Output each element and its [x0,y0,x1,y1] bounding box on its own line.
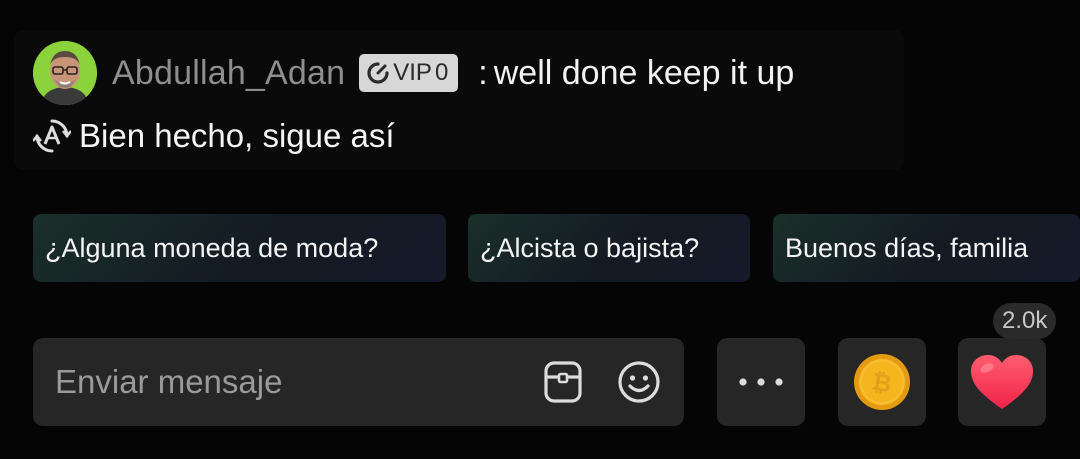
tip-coin-button[interactable]: ₿ [838,338,926,426]
vip-gauge-icon [367,62,389,84]
bitcoin-coin-icon: ₿ [853,353,911,411]
message-input[interactable] [55,338,515,426]
like-count-badge: 2.0k [993,303,1057,339]
vip-badge: VIP 0 [359,54,459,92]
avatar[interactable] [33,41,97,105]
like-button[interactable] [958,338,1046,426]
more-dots-icon [738,377,784,387]
suggestion-chip-bull-bear[interactable]: ¿Alcista o bajista? [468,214,750,282]
suggestion-chip-trending-coin[interactable]: ¿Alguna moneda de moda? [33,214,446,282]
message-text: well done keep it up [493,53,795,92]
live-chat-panel: Abdullah_Adan VIP 0 : well done keep it u… [0,0,1080,459]
vip-level: 0 [434,59,449,86]
message-separator: : [478,53,488,92]
translation-text: Bien hecho, sigue así [79,117,395,154]
suggestion-chip-good-morning[interactable]: Buenos días, familia [773,214,1080,282]
vip-label: VIP [393,59,432,86]
chat-message: Abdullah_Adan VIP 0 : well done keep it u… [33,41,794,105]
translation-row: Bien hecho, sigue así [33,114,395,158]
emoji-icon[interactable] [617,360,661,404]
translate-icon [33,117,71,155]
message-text-wrapper: : well done keep it up [478,54,794,93]
gift-box-icon[interactable] [541,360,585,404]
message-composer [33,338,684,426]
username[interactable]: Abdullah_Adan [112,54,345,93]
more-button[interactable] [717,338,805,426]
heart-icon [969,353,1035,411]
